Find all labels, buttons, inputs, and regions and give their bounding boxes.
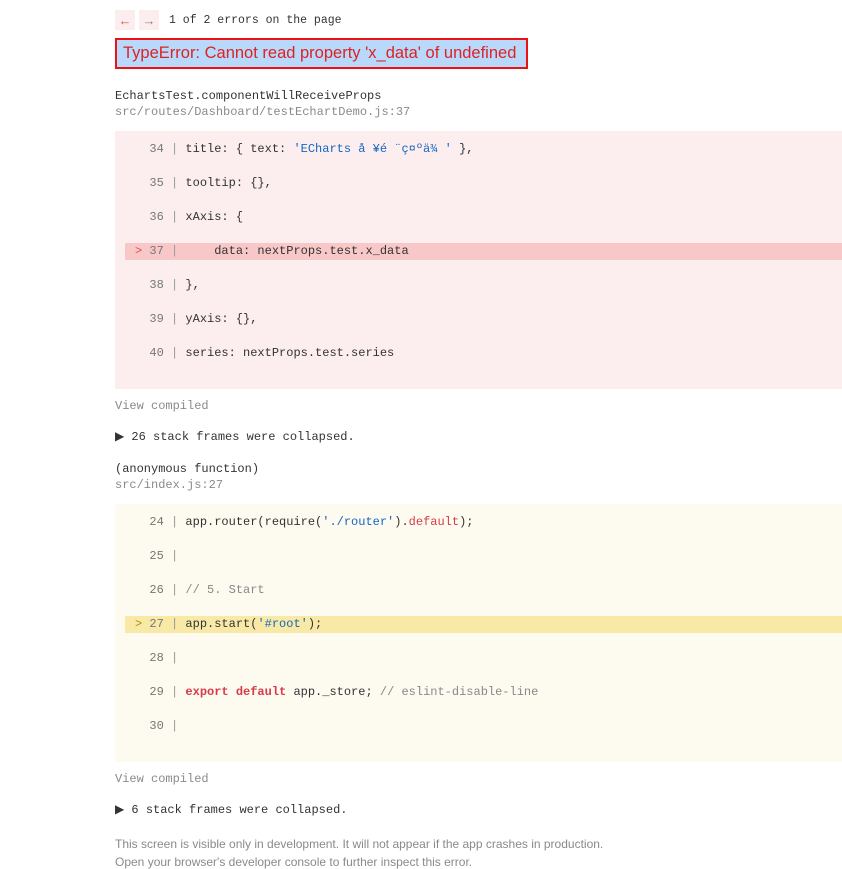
source-location[interactable]: src/index.js:27 [115,478,842,492]
footnote-line1: This screen is visible only in developme… [115,835,842,853]
code-line: 30 | [125,718,842,735]
code-line: 28 | [125,650,842,667]
code-line: 35 | tooltip: {}, [125,175,842,192]
code-line: 24 | app.router(require('./router').defa… [125,514,842,531]
prev-error-button[interactable]: ← [115,10,135,30]
code-line: > 37 | data: nextProps.test.x_data [125,243,842,260]
code-line: 26 | // 5. Start [125,582,842,599]
view-compiled-link[interactable]: View compiled [115,399,842,413]
source-location[interactable]: src/routes/Dashboard/testEchartDemo.js:3… [115,105,842,119]
code-line: 29 | export default app._store; // eslin… [125,684,842,701]
collapsed-frames-toggle[interactable]: ▶ 6 stack frames were collapsed. [115,802,842,817]
code-line: > 27 | app.start('#root'); [125,616,842,633]
view-compiled-link[interactable]: View compiled [115,772,842,786]
footnote-line2: Open your browser's developer console to… [115,853,842,869]
code-line: 38 | }, [125,277,842,294]
stack-frame-label: (anonymous function) [115,462,842,476]
dev-footnote: This screen is visible only in developme… [115,835,842,869]
code-snippet: 24 | app.router(require('./router').defa… [115,504,842,762]
code-line: 34 | title: { text: 'ECharts å ¥é ¨ç¤ºä¾… [125,141,842,158]
next-error-button[interactable]: → [139,10,159,30]
code-line: 25 | [125,548,842,565]
code-line: 40 | series: nextProps.test.series [125,345,842,362]
code-line: 39 | yAxis: {}, [125,311,842,328]
error-count-label: 1 of 2 errors on the page [169,14,342,27]
stack-frame-label: EchartsTest.componentWillReceiveProps [115,89,842,103]
collapsed-frames-toggle[interactable]: ▶ 26 stack frames were collapsed. [115,429,842,444]
error-nav: ← → 1 of 2 errors on the page [115,10,842,30]
code-snippet: 34 | title: { text: 'ECharts å ¥é ¨ç¤ºä¾… [115,131,842,389]
error-title: TypeError: Cannot read property 'x_data'… [115,38,528,69]
code-line: 36 | xAxis: { [125,209,842,226]
